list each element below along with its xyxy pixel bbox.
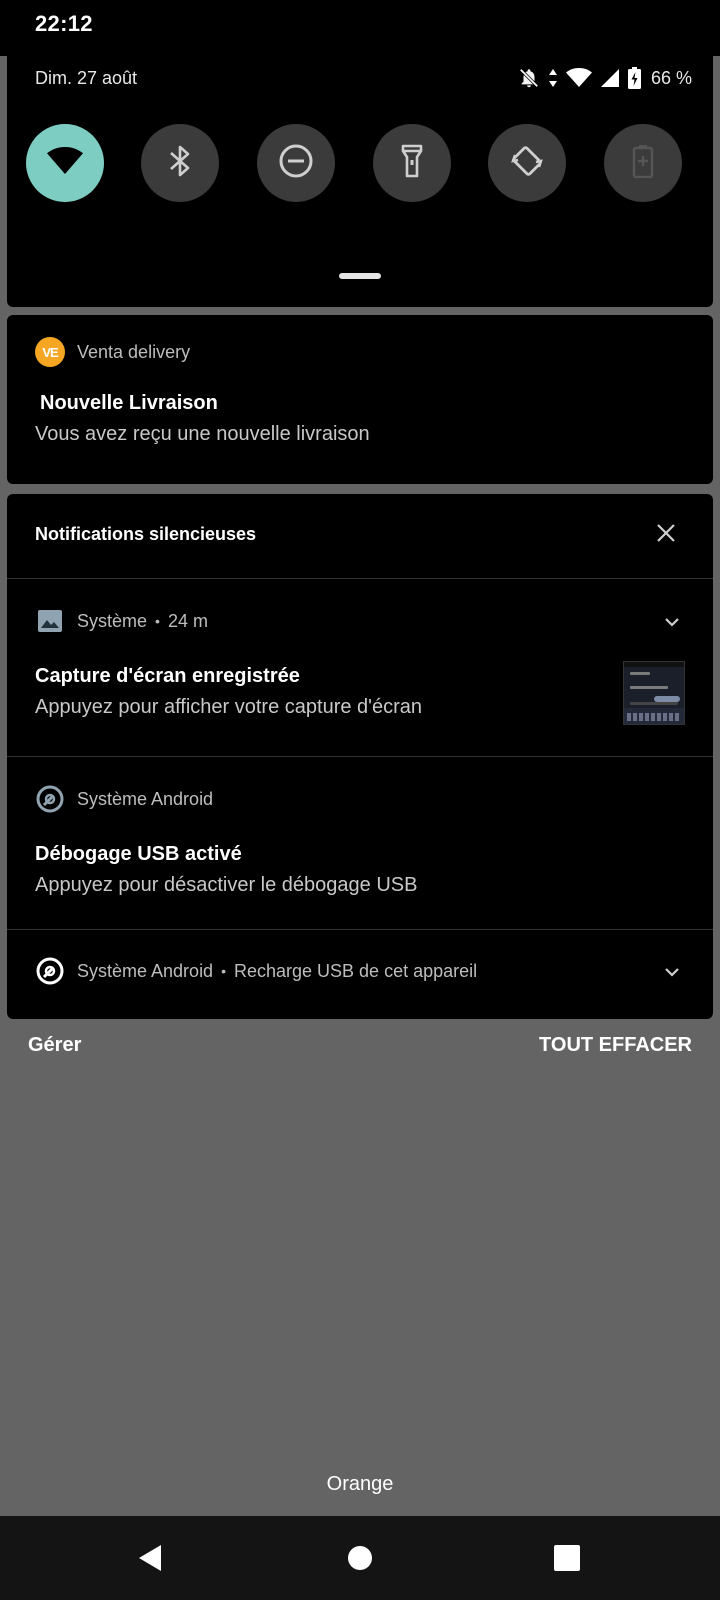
auto-rotate-icon [509,143,545,184]
app-name: Système Android [77,788,214,809]
wifi-icon [47,146,83,180]
do-not-disturb-icon [278,143,314,184]
divider [7,578,713,579]
notification-venta-delivery[interactable]: VE Venta delivery Nouvelle Livraison Vou… [7,315,713,484]
notification-actions: Gérer TOUT EFFACER [0,1034,720,1070]
do-not-disturb-tile[interactable] [257,124,335,202]
quick-settings-header: Dim. 27 août 66 % [0,56,720,102]
notification-title[interactable]: Débogage USB activé [35,843,242,866]
wifi-tile[interactable] [26,124,104,202]
navigation-bar [0,1516,720,1600]
carrier-label: Orange [326,1473,394,1495]
separator-dot: • [155,613,160,629]
notification-title: Nouvelle Livraison [40,392,218,414]
divider [7,756,713,757]
battery-saver-icon [632,144,654,183]
notification-text[interactable]: Appuyez pour afficher votre capture d'éc… [35,696,422,719]
bluetooth-tile[interactable] [141,124,219,202]
notification-text: Vous avez reçu une nouvelle livraison [35,423,370,445]
app-name: Système Android [77,960,214,981]
battery-charging-icon [627,67,641,89]
chevron-down-icon[interactable] [660,610,684,634]
notification-app-row: Système Android [35,784,213,814]
back-icon [139,1545,161,1571]
clear-all-button[interactable]: TOUT EFFACER [539,1034,692,1057]
chevron-down-icon[interactable] [660,960,684,984]
separator-dot: • [221,963,226,979]
notification-text[interactable]: Appuyez pour désactiver le débogage USB [35,874,417,897]
battery-saver-tile[interactable] [604,124,682,202]
notification-app-row[interactable]: Système Android • Recharge USB de cet ap… [35,956,477,986]
recents-button[interactable] [553,1544,581,1572]
section-header: Notifications silencieuses [35,524,257,544]
flashlight-tile[interactable] [373,124,451,202]
date-label[interactable]: Dim. 27 août [35,68,137,89]
quick-settings-tiles [26,124,694,202]
image-icon [35,606,65,636]
notification-title[interactable]: Capture d'écran enregistrée [35,665,300,688]
battery-percent: 66 % [650,67,692,88]
divider [7,929,713,930]
home-icon [348,1546,372,1570]
data-activity-icon [548,68,558,88]
flashlight-icon [401,144,423,183]
silent-notifications-section: Notifications silencieuses Système • 24 … [7,494,713,1019]
notification-app-row: Système • 24 m [35,606,208,636]
auto-rotate-tile[interactable] [488,124,566,202]
app-name: Venta delivery [77,341,191,362]
notification-app-row: VE Venta delivery [35,337,190,367]
cell-signal-icon [600,68,620,88]
android-system-icon [35,784,65,814]
status-icons: 66 % [518,66,692,90]
status-clock: 22:12 [35,11,93,36]
manage-button[interactable]: Gérer [28,1034,81,1057]
recents-icon [554,1545,580,1571]
screenshot-thumbnail[interactable] [623,661,685,725]
status-bar: 22:12 [0,0,720,56]
home-button[interactable] [346,1544,374,1572]
bluetooth-icon [169,144,191,183]
app-name: Système [77,610,148,631]
close-icon[interactable] [653,520,679,546]
quick-settings-expand-handle[interactable] [339,273,381,279]
notification-time: 24 m [167,610,208,631]
android-system-icon [35,956,65,986]
notification-summary: Recharge USB de cet appareil [233,960,478,981]
venta-delivery-logo-icon: VE [35,337,65,367]
wifi-signal-icon [565,68,592,88]
notifications-off-icon [518,67,540,89]
back-button[interactable] [136,1544,164,1572]
